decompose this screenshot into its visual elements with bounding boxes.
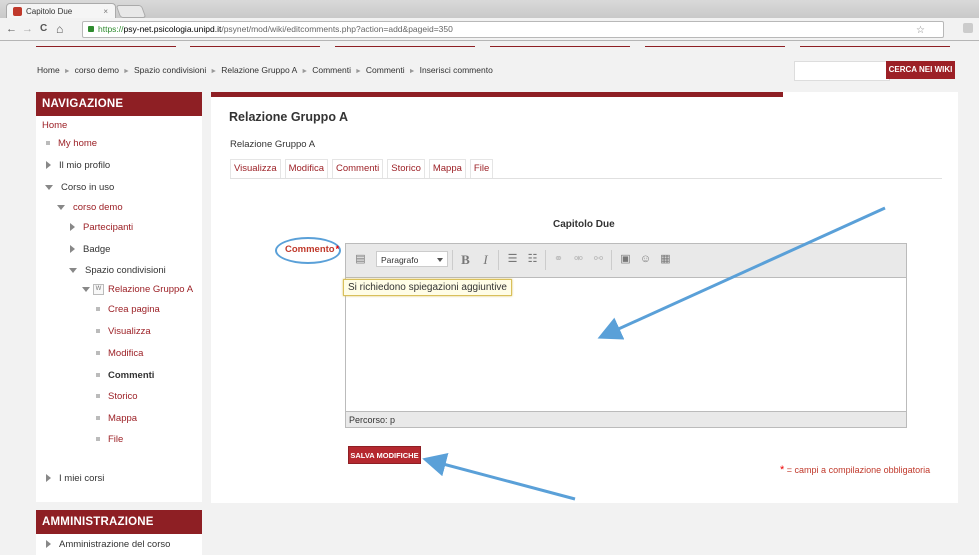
tab-map[interactable]: Mappa xyxy=(428,159,466,178)
navigation-title[interactable]: NAVIGAZIONE xyxy=(36,92,202,116)
header-line xyxy=(645,46,785,47)
required-note: * = campi a compilazione obbligatoria xyxy=(780,464,931,476)
editor-toolbar: ▤ Paragrafo B I ☰ ☷ ⚭ ⚮ ⚯ ▣ ☺ ▦ xyxy=(346,244,906,278)
italic-icon[interactable]: I xyxy=(477,251,494,268)
link-icon[interactable]: ⚭ xyxy=(550,251,567,268)
image-icon[interactable]: ▣ xyxy=(617,251,634,268)
nav-participants[interactable]: Partecipanti xyxy=(70,222,133,234)
collapse-icon xyxy=(45,184,53,190)
url-host: psy-net.psicologia.unipd.it xyxy=(123,24,222,34)
expand-icon xyxy=(46,161,51,170)
reload-icon[interactable]: C xyxy=(40,22,47,36)
breadcrumb-item[interactable]: Home xyxy=(37,65,60,75)
back-icon[interactable]: ← xyxy=(6,22,17,36)
nav-edit[interactable]: Modifica xyxy=(96,348,143,360)
editor-content[interactable]: Si richiedono spiegazioni aggiuntive xyxy=(343,279,512,296)
media-icon[interactable]: ▦ xyxy=(657,251,674,268)
browser-tabstrip: Capitolo Due × xyxy=(0,0,979,19)
wiki-subtitle: Relazione Gruppo A xyxy=(230,139,316,150)
nav-view[interactable]: Visualizza xyxy=(96,326,151,338)
nav-profile[interactable]: Il mio profilo xyxy=(46,160,110,172)
expand-icon xyxy=(70,245,75,254)
wiki-tabs: Visualizza Modifica Commenti Storico Map… xyxy=(230,159,494,179)
tabs-divider xyxy=(230,178,942,179)
url-scheme: https:// xyxy=(98,24,124,34)
breadcrumb-item: Inserisci commento xyxy=(419,65,493,75)
browser-toolbar: ← → C ⌂ https://psy-net.psicologia.unipd… xyxy=(0,18,979,41)
format-select[interactable]: Paragrafo xyxy=(376,251,448,267)
anchor-icon[interactable]: ⚯ xyxy=(590,251,607,268)
wiki-icon: W xyxy=(93,284,104,295)
comment-label: Commento* xyxy=(285,244,340,255)
search-input[interactable] xyxy=(794,61,890,81)
address-bar[interactable]: https://psy-net.psicologia.unipd.it/psyn… xyxy=(82,21,944,38)
nav-course-demo[interactable]: corso demo xyxy=(57,202,123,214)
unlink-icon[interactable]: ⚮ xyxy=(570,251,587,268)
nav-my-home[interactable]: My home xyxy=(46,138,97,150)
comment-editor[interactable]: ▤ Paragrafo B I ☰ ☷ ⚭ ⚮ ⚯ ▣ ☺ ▦ Si richi… xyxy=(343,243,907,428)
breadcrumb-item[interactable]: Commenti xyxy=(312,65,351,75)
collapse-icon xyxy=(82,287,90,292)
tab-history[interactable]: Storico xyxy=(387,159,425,178)
bullet-list-icon[interactable]: ☰ xyxy=(504,251,521,268)
close-tab-icon[interactable]: × xyxy=(103,4,108,19)
nav-map[interactable]: Mappa xyxy=(96,413,137,425)
administration-title[interactable]: AMMINISTRAZIONE xyxy=(36,510,202,534)
page-title: Relazione Gruppo A xyxy=(229,110,348,124)
header-line xyxy=(36,46,176,47)
tab-view[interactable]: Visualizza xyxy=(230,159,281,178)
editor-path: Percorso: p xyxy=(346,411,906,427)
wiki-page-title: Capitolo Due xyxy=(553,219,615,230)
chevron-down-icon xyxy=(437,258,443,262)
collapse-icon xyxy=(69,267,77,273)
nav-files[interactable]: File xyxy=(96,434,123,446)
nav-current-course[interactable]: Corso in uso xyxy=(45,182,114,194)
lock-icon xyxy=(88,26,94,32)
forward-icon[interactable]: → xyxy=(22,22,33,36)
expand-icon xyxy=(46,474,51,483)
expand-icon xyxy=(70,223,75,232)
expand-icon xyxy=(46,540,51,549)
url-path: /psynet/mod/wiki/editcomments.php?action… xyxy=(221,24,453,34)
main-topbar xyxy=(211,92,783,97)
nav-shared-space[interactable]: Spazio condivisioni xyxy=(69,265,166,277)
breadcrumb-item[interactable]: Commenti xyxy=(366,65,405,75)
header-line xyxy=(335,46,475,47)
nav-comments: Commenti xyxy=(96,370,154,382)
toolbar-toggle-icon[interactable]: ▤ xyxy=(352,251,369,268)
header-line xyxy=(490,46,630,47)
breadcrumb: Home ► corso demo ► Spazio condivisioni ► Rela… xyxy=(37,65,493,75)
tab-files[interactable]: File xyxy=(469,159,494,178)
tab-title: Capitolo Due xyxy=(26,7,73,16)
collapse-icon xyxy=(57,204,65,210)
numbered-list-icon[interactable]: ☷ xyxy=(524,251,541,268)
required-icon: * xyxy=(335,244,340,254)
tab-comments[interactable]: Commenti xyxy=(331,159,384,178)
search-button[interactable]: CERCA NEI WIKI xyxy=(886,61,955,79)
nav-badge[interactable]: Badge xyxy=(70,244,110,256)
new-tab-button[interactable] xyxy=(115,5,147,18)
breadcrumb-item[interactable]: corso demo xyxy=(75,65,119,75)
extension-icon[interactable] xyxy=(963,23,973,33)
browser-tab[interactable]: Capitolo Due × xyxy=(6,3,116,19)
required-icon: * xyxy=(780,464,785,476)
nav-history[interactable]: Storico xyxy=(96,391,138,403)
nav-course-admin[interactable]: Amministrazione del corso xyxy=(46,539,170,551)
nav-wiki[interactable]: W Relazione Gruppo A xyxy=(82,284,193,296)
header-line xyxy=(190,46,320,47)
save-button[interactable]: SALVA MODIFICHE xyxy=(348,446,421,464)
breadcrumb-item[interactable]: Relazione Gruppo A xyxy=(221,65,297,75)
tab-edit[interactable]: Modifica xyxy=(284,159,328,178)
bookmark-star-icon[interactable]: ☆ xyxy=(916,23,925,37)
emoticon-icon[interactable]: ☺ xyxy=(637,251,654,268)
nav-my-courses[interactable]: I miei corsi xyxy=(46,473,104,485)
nav-create-page[interactable]: Crea pagina xyxy=(96,304,160,316)
home-icon[interactable]: ⌂ xyxy=(56,22,63,36)
breadcrumb-item[interactable]: Spazio condivisioni xyxy=(134,65,206,75)
favicon-icon xyxy=(13,7,22,16)
nav-home[interactable]: Home xyxy=(42,120,67,132)
header-line xyxy=(800,46,950,47)
bold-icon[interactable]: B xyxy=(457,251,474,268)
